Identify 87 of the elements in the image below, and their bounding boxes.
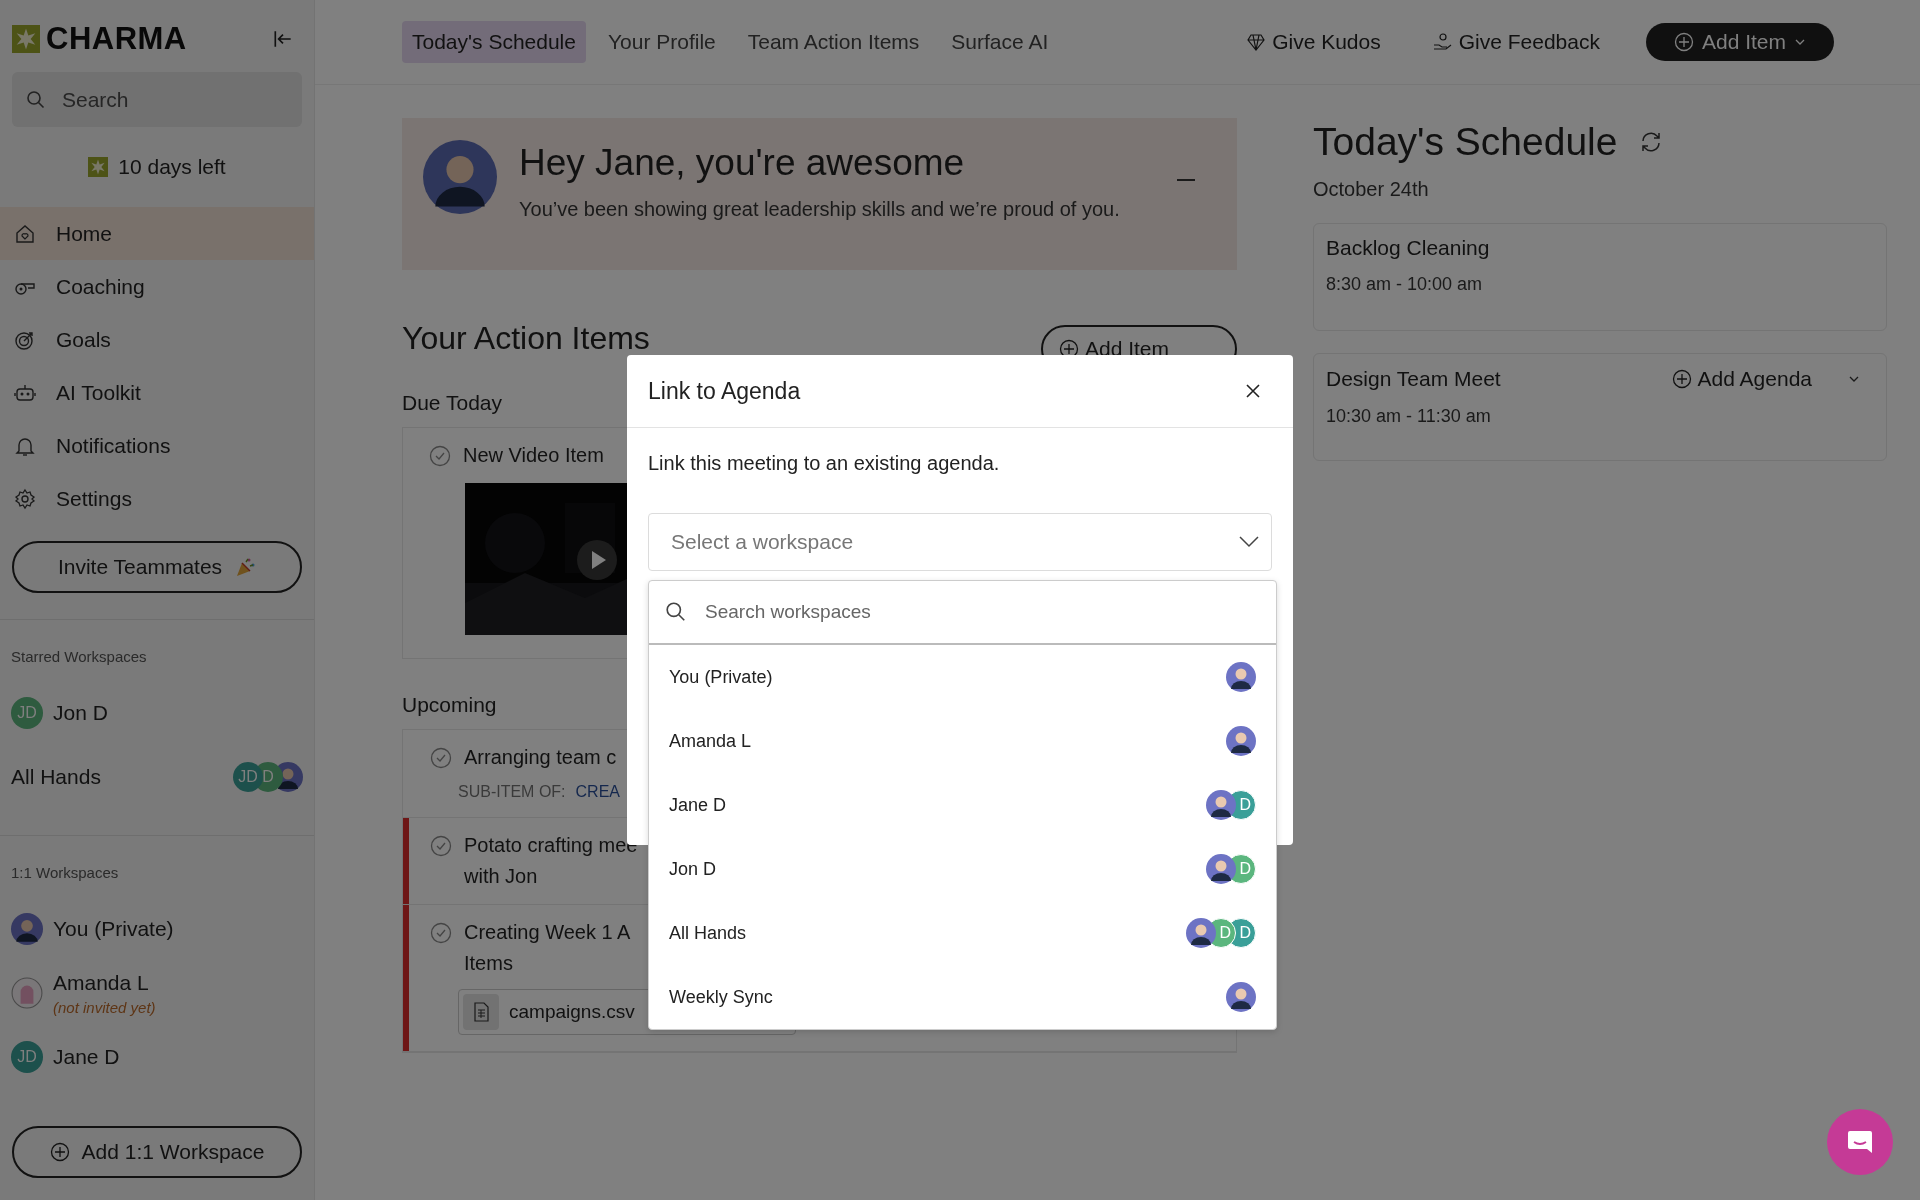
add-workspace-button[interactable]: Add 1:1 Workspace bbox=[12, 1126, 302, 1178]
give-feedback-button[interactable]: Give Feedback bbox=[1426, 29, 1606, 55]
trial-text: 10 days left bbox=[118, 155, 226, 179]
check-circle-icon[interactable] bbox=[430, 747, 452, 769]
party-popper-icon bbox=[234, 556, 257, 578]
workspace-item[interactable]: You (Private) bbox=[0, 897, 314, 961]
logo-text: CHARMA bbox=[46, 21, 187, 57]
nav-tab[interactable]: Today's Schedule bbox=[402, 21, 586, 63]
invite-status: (not invited yet) bbox=[53, 998, 156, 1016]
nav-tab[interactable]: Your Profile bbox=[597, 21, 726, 63]
event-time: 10:30 am - 11:30 am bbox=[1326, 406, 1492, 427]
avatar-icon bbox=[1206, 790, 1236, 820]
banner-title: Hey Jane, you're awesome bbox=[519, 142, 966, 184]
nav-item[interactable]: AI Toolkit bbox=[0, 366, 314, 419]
workspace-option[interactable]: All Hands D D bbox=[649, 901, 1276, 965]
parent-item-link[interactable]: CREA bbox=[575, 783, 620, 801]
star-logo-icon bbox=[12, 25, 40, 53]
nav-tab[interactable]: Team Action Items bbox=[737, 21, 930, 63]
item-title: New Video Item bbox=[463, 444, 604, 467]
workspace-option[interactable]: You (Private) bbox=[649, 645, 1276, 709]
home-icon bbox=[14, 222, 36, 245]
minimize-icon[interactable] bbox=[1177, 178, 1195, 182]
search-icon bbox=[26, 89, 46, 110]
plus-circle-icon bbox=[1671, 369, 1692, 389]
check-circle-icon[interactable] bbox=[430, 835, 452, 857]
section-title: Your Action Items bbox=[402, 320, 650, 357]
item-title: with Jon bbox=[464, 865, 539, 888]
workspace-option[interactable]: Amanda L bbox=[649, 709, 1276, 773]
nav-tab[interactable]: Surface AI bbox=[941, 21, 1059, 63]
hand-icon bbox=[1432, 32, 1453, 52]
dialog-title: Link to Agenda bbox=[648, 377, 801, 405]
avatar-icon bbox=[1186, 918, 1216, 948]
spreadsheet-file-icon bbox=[471, 1002, 491, 1022]
dialog-description: Link this meeting to an existing agenda. bbox=[648, 452, 1001, 475]
avatar-icon bbox=[11, 977, 43, 1009]
avatar-icon bbox=[1226, 726, 1256, 756]
settings-icon bbox=[14, 487, 36, 510]
event-title: Design Team Meet bbox=[1326, 367, 1501, 391]
nav-item[interactable]: Home bbox=[0, 207, 314, 260]
collapse-icon[interactable] bbox=[272, 28, 294, 50]
check-circle-icon[interactable] bbox=[429, 445, 451, 467]
sub-item-label: SUB-ITEM OF: bbox=[458, 783, 566, 801]
workspace-item[interactable]: JD Jon D bbox=[0, 681, 314, 745]
diamond-icon bbox=[1246, 32, 1267, 52]
item-title: Creating Week 1 A bbox=[464, 921, 631, 944]
search-workspaces-field[interactable]: Search workspaces bbox=[649, 581, 1276, 645]
play-icon[interactable] bbox=[577, 540, 617, 580]
nav-item[interactable]: Notifications bbox=[0, 419, 314, 472]
plus-circle-icon bbox=[49, 1142, 70, 1162]
avatar-icon bbox=[1206, 854, 1236, 884]
check-circle-icon[interactable] bbox=[430, 922, 452, 944]
group-heading: Upcoming bbox=[402, 693, 497, 716]
plus-circle-icon bbox=[1673, 32, 1694, 52]
event-time: 8:30 am - 10:00 am bbox=[1326, 274, 1484, 295]
workspace-option[interactable]: Jon D D bbox=[649, 837, 1276, 901]
give-kudos-button[interactable]: Give Kudos bbox=[1240, 29, 1387, 55]
workspace-item[interactable]: JD Jane D bbox=[0, 1025, 314, 1089]
schedule-date: October 24th bbox=[1313, 178, 1430, 201]
nav-item[interactable]: Settings bbox=[0, 472, 314, 525]
invite-teammates-button[interactable]: Invite Teammates bbox=[12, 541, 302, 593]
item-title: Items bbox=[464, 952, 514, 975]
section-heading: 1:1 Workspaces bbox=[11, 864, 119, 881]
nav-item[interactable]: Coaching bbox=[0, 260, 314, 313]
avatar-icon bbox=[1226, 982, 1256, 1012]
search-field[interactable]: Search bbox=[12, 72, 302, 127]
close-icon[interactable] bbox=[1245, 383, 1261, 399]
nav-item[interactable]: Goals bbox=[0, 313, 314, 366]
avatar-icon bbox=[11, 913, 43, 945]
avatar-icon bbox=[423, 140, 497, 214]
search-icon bbox=[665, 601, 687, 623]
group-heading: Due Today bbox=[402, 391, 503, 414]
event-card[interactable]: Design Team Meet Add Agenda 10:30 am - 11:30 am bbox=[1313, 353, 1887, 461]
workspace-item[interactable]: Amanda L (not invited yet) bbox=[0, 961, 314, 1025]
event-title: Backlog Cleaning bbox=[1326, 236, 1490, 260]
workspace-select[interactable]: Select a workspace bbox=[648, 513, 1272, 571]
initials-avatar: JD bbox=[11, 1041, 43, 1073]
add-item-button[interactable]: Add Item bbox=[1645, 23, 1834, 61]
add-agenda-button[interactable]: Add Agenda bbox=[1665, 366, 1818, 392]
workspace-option[interactable]: Jane D D bbox=[649, 773, 1276, 837]
avatar-icon bbox=[1226, 662, 1256, 692]
item-title: Arranging team c bbox=[464, 746, 617, 769]
schedule-title: Today's Schedule bbox=[1313, 120, 1618, 164]
initials-avatar: JD bbox=[11, 697, 43, 729]
banner-message: You’ve been showing great leadership skills and we’re proud of you. bbox=[519, 198, 1121, 221]
chevron-down-icon bbox=[1239, 536, 1259, 548]
section-heading: Starred Workspaces bbox=[11, 648, 147, 665]
event-card[interactable]: Backlog Cleaning 8:30 am - 10:00 am bbox=[1313, 223, 1887, 331]
